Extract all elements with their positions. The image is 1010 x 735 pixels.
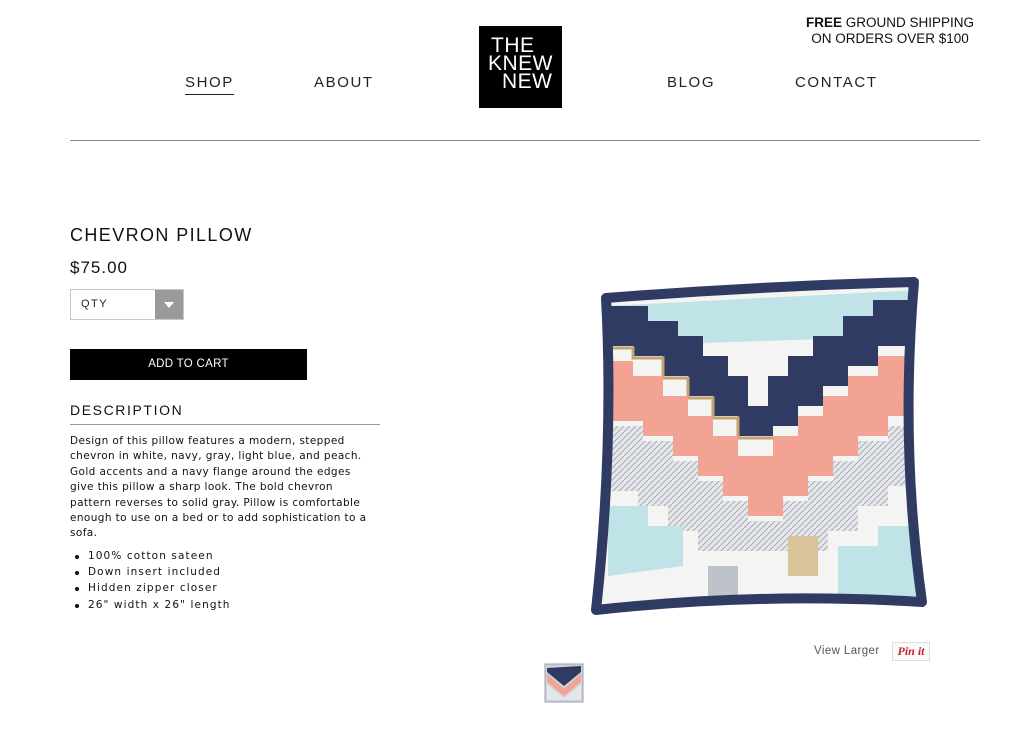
list-item: Down insert included	[70, 564, 231, 580]
pinterest-button[interactable]: Pin it	[892, 642, 930, 661]
site-logo[interactable]: THE KNEW NEW	[479, 26, 562, 108]
product-thumbnail[interactable]	[543, 662, 585, 704]
product-price: $75.00	[70, 258, 128, 277]
nav-contact-link[interactable]: CONTACT	[795, 74, 878, 92]
shipping-line2: ON ORDERS OVER $100	[811, 31, 969, 46]
description-text: Design of this pillow features a modern,…	[70, 435, 367, 540]
chevron-down-icon[interactable]	[155, 290, 183, 319]
list-item: Hidden zipper closer	[70, 580, 231, 596]
description-heading: DESCRIPTION	[70, 402, 184, 418]
description-divider	[70, 424, 380, 425]
quantity-select[interactable]: QTY	[70, 289, 184, 320]
view-larger-link[interactable]: View Larger	[814, 645, 880, 657]
logo-line-3: NEW	[502, 70, 553, 93]
nav-shop-link[interactable]: SHOP	[185, 74, 234, 95]
list-item: 100% cotton sateen	[70, 548, 231, 564]
feature-list: 100% cotton sateen Down insert included …	[70, 548, 231, 613]
list-item: 26" width x 26" length	[70, 597, 231, 613]
nav-blog-link[interactable]: BLOG	[667, 74, 715, 92]
quantity-label: QTY	[81, 298, 109, 310]
shipping-line1: GROUND SHIPPING	[842, 15, 975, 30]
product-image[interactable]	[588, 276, 933, 616]
add-to-cart-button[interactable]: ADD TO CART	[70, 349, 307, 380]
nav-about-link[interactable]: ABOUT	[314, 74, 374, 92]
shipping-banner: FREE GROUND SHIPPING ON ORDERS OVER $100	[790, 15, 990, 47]
shipping-free: FREE	[805, 15, 842, 30]
header-divider	[70, 140, 980, 141]
product-title: CHEVRON PILLOW	[70, 225, 253, 245]
